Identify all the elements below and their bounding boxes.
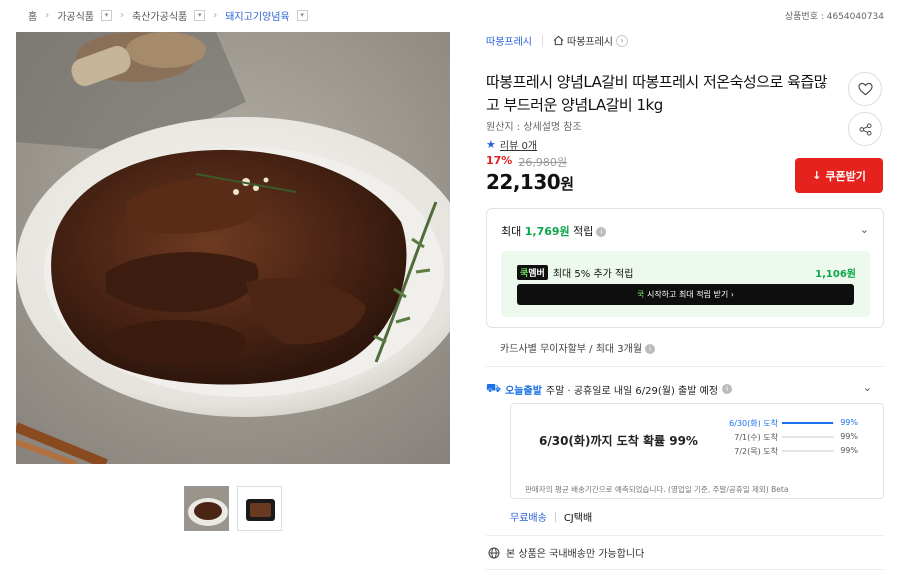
price-unit: 원: [560, 175, 574, 193]
today-ship-label: 오늘출발: [505, 385, 542, 397]
installment-info: 카드사별 무이자할부 / 최대 3개월 i: [500, 340, 656, 355]
top-bar: 홈 › 가공식품 ▾ › 축산가공식품 ▾ › 돼지고기양념육 ▾ 상품번호 :…: [0, 0, 900, 30]
chevron-right-icon: ›: [616, 34, 628, 47]
divider: [554, 511, 556, 522]
sale-price-value: 22,130: [486, 170, 561, 194]
domestic-shipping-notice: 본 상품은 국내배송만 가능합니다: [488, 545, 644, 560]
coupon-label: 쿠폰받기: [825, 169, 866, 183]
shipping-text: 주말 · 공휴일로 내일 6/29(월) 출발 예정: [545, 385, 719, 397]
delivery-date-row: 6/30(화) 도착 99%: [708, 416, 878, 430]
member-row: 쿡멤버 최대 5% 추가 적립: [517, 265, 633, 280]
max-points-prefix: 최대: [501, 225, 525, 238]
breadcrumb-home[interactable]: 홈: [28, 8, 37, 23]
delivery-bar-fill: [782, 422, 834, 424]
info-icon[interactable]: i: [722, 384, 733, 394]
delivery-date-label: 7/1(수) 도착: [734, 433, 778, 442]
free-shipping-label: 무료배송: [510, 513, 547, 524]
member-start-button[interactable]: 쿡 시작하고 최대 적립 받기 ›: [517, 284, 854, 305]
divider: [486, 569, 884, 570]
chevron-down-icon[interactable]: ▾: [194, 10, 206, 21]
chevron-down-icon[interactable]: ▾: [101, 10, 113, 21]
member-btn-b: 시작하고 최대 적립 받기 ›: [644, 290, 734, 299]
max-points: 최대 1,769원 적립 i: [501, 223, 607, 239]
delivery-bar: [782, 436, 834, 438]
shipping-header: ⛟ 오늘출발 주말 · 공휴일로 내일 6/29(월) 출발 예정 i: [486, 381, 733, 397]
star-icon: ★: [486, 138, 496, 151]
main-product-image[interactable]: [16, 32, 450, 464]
chevron-right-icon: ›: [213, 10, 218, 21]
chevron-down-icon[interactable]: ▾: [296, 10, 308, 21]
home-icon: [553, 35, 564, 46]
max-points-suffix: 적립: [569, 225, 594, 238]
shipping-footer: 무료배송 CJ택배: [510, 509, 592, 524]
point-box: 최대 1,769원 적립 i ⌄ 쿡멤버 최대 5% 추가 적립 1,106원 쿡…: [486, 208, 884, 328]
shop-home-link[interactable]: 따봉프레시 ›: [553, 33, 628, 48]
delivery-pct: 99%: [840, 446, 858, 455]
breadcrumb: 홈 › 가공식품 ▾ › 축산가공식품 ▾ › 돼지고기양념육 ▾: [28, 8, 308, 23]
original-price: 26,980원: [518, 156, 567, 169]
heart-icon: [857, 82, 873, 96]
sale-price: 22,130원: [486, 170, 574, 194]
chevron-right-icon: ›: [45, 10, 50, 21]
thumbnail-2[interactable]: [237, 486, 282, 531]
delivery-probability-box: 6/30(화)까지 도착 확률 99% 6/30(화) 도착 99% 7/1(수…: [510, 403, 884, 499]
shop-row: 따봉프레시 따봉프레시 ›: [486, 33, 628, 48]
carrier-label: CJ택배: [563, 513, 593, 524]
max-points-amount: 1,769원: [524, 225, 570, 238]
share-icon: [858, 122, 872, 136]
thumbnail-list: [184, 486, 282, 531]
member-amount: 1,106원: [815, 269, 856, 280]
member-badge-b: 멤버: [528, 269, 545, 279]
wishlist-button[interactable]: [848, 72, 882, 106]
divider: [542, 34, 543, 47]
origin-info: 원산지 : 상세설명 참조: [486, 122, 582, 133]
download-icon: ↓: [812, 169, 822, 182]
chevron-down-icon[interactable]: ⌄: [860, 223, 869, 236]
delivery-note: 판매자의 평균 배송기간으로 예측되었습니다. (영업일 기준, 주말/공휴일 …: [525, 485, 789, 494]
review-link[interactable]: ★ 리뷰 0개: [486, 137, 537, 152]
product-number: 상품번호 : 4654040734: [784, 12, 884, 22]
divider: [486, 366, 884, 367]
delivery-date-label: 7/2(목) 도착: [734, 447, 778, 456]
breadcrumb-category-1[interactable]: 가공식품: [57, 8, 94, 23]
delivery-dates: 6/30(화) 도착 99% 7/1(수) 도착 99% 7/2(목) 도착 9…: [708, 416, 878, 458]
info-icon[interactable]: i: [596, 227, 607, 237]
delivery-bar: [782, 422, 834, 424]
shop-name[interactable]: 따봉프레시: [486, 33, 532, 48]
breadcrumb-category-3[interactable]: 돼지고기양념육: [225, 8, 289, 23]
thumbnail-package-image: [238, 487, 281, 530]
member-badge: 쿡멤버: [517, 265, 548, 280]
breadcrumb-category-2[interactable]: 축산가공식품: [132, 8, 187, 23]
domestic-text: 본 상품은 국내배송만 가능합니다: [506, 549, 645, 560]
share-button[interactable]: [848, 112, 882, 146]
coupon-button[interactable]: ↓ 쿠폰받기: [795, 158, 883, 193]
chevron-right-icon: ›: [120, 10, 125, 21]
delivery-pct: 99%: [840, 418, 858, 427]
globe-icon: [488, 547, 500, 558]
delivery-date-row: 7/2(목) 도착 99%: [708, 444, 878, 458]
price-discount-row: 17% 26,980원: [486, 154, 567, 170]
member-text: 최대 5% 추가 적립: [552, 269, 634, 280]
delivery-date-label: 6/30(화) 도착: [729, 419, 778, 428]
review-count: 리뷰 0개: [499, 141, 538, 152]
delivery-bar: [782, 450, 834, 452]
shop-link-label: 따봉프레시: [567, 37, 613, 48]
installment-text: 카드사별 무이자할부 / 최대 3개월: [500, 344, 643, 355]
product-title: 따봉프레시 양념LA갈비 따봉프레시 저온숙성으로 육즙많고 부드러운 양념LA…: [486, 73, 827, 114]
thumbnail-1[interactable]: [184, 486, 229, 531]
delivery-probability: 6/30(화)까지 도착 확률 99%: [539, 434, 698, 448]
info-icon[interactable]: i: [645, 344, 656, 354]
discount-rate: 17%: [486, 154, 513, 167]
delivery-date-row: 7/1(수) 도착 99%: [708, 430, 878, 444]
thumbnail-food-image: [185, 487, 228, 530]
divider: [486, 535, 884, 536]
truck-icon: ⛟: [486, 381, 502, 395]
chevron-down-icon[interactable]: ⌄: [863, 381, 872, 394]
food-photo: [16, 32, 450, 464]
delivery-pct: 99%: [840, 432, 858, 441]
member-point-box: 쿡멤버 최대 5% 추가 적립 1,106원 쿡 시작하고 최대 적립 받기 ›: [501, 251, 870, 317]
